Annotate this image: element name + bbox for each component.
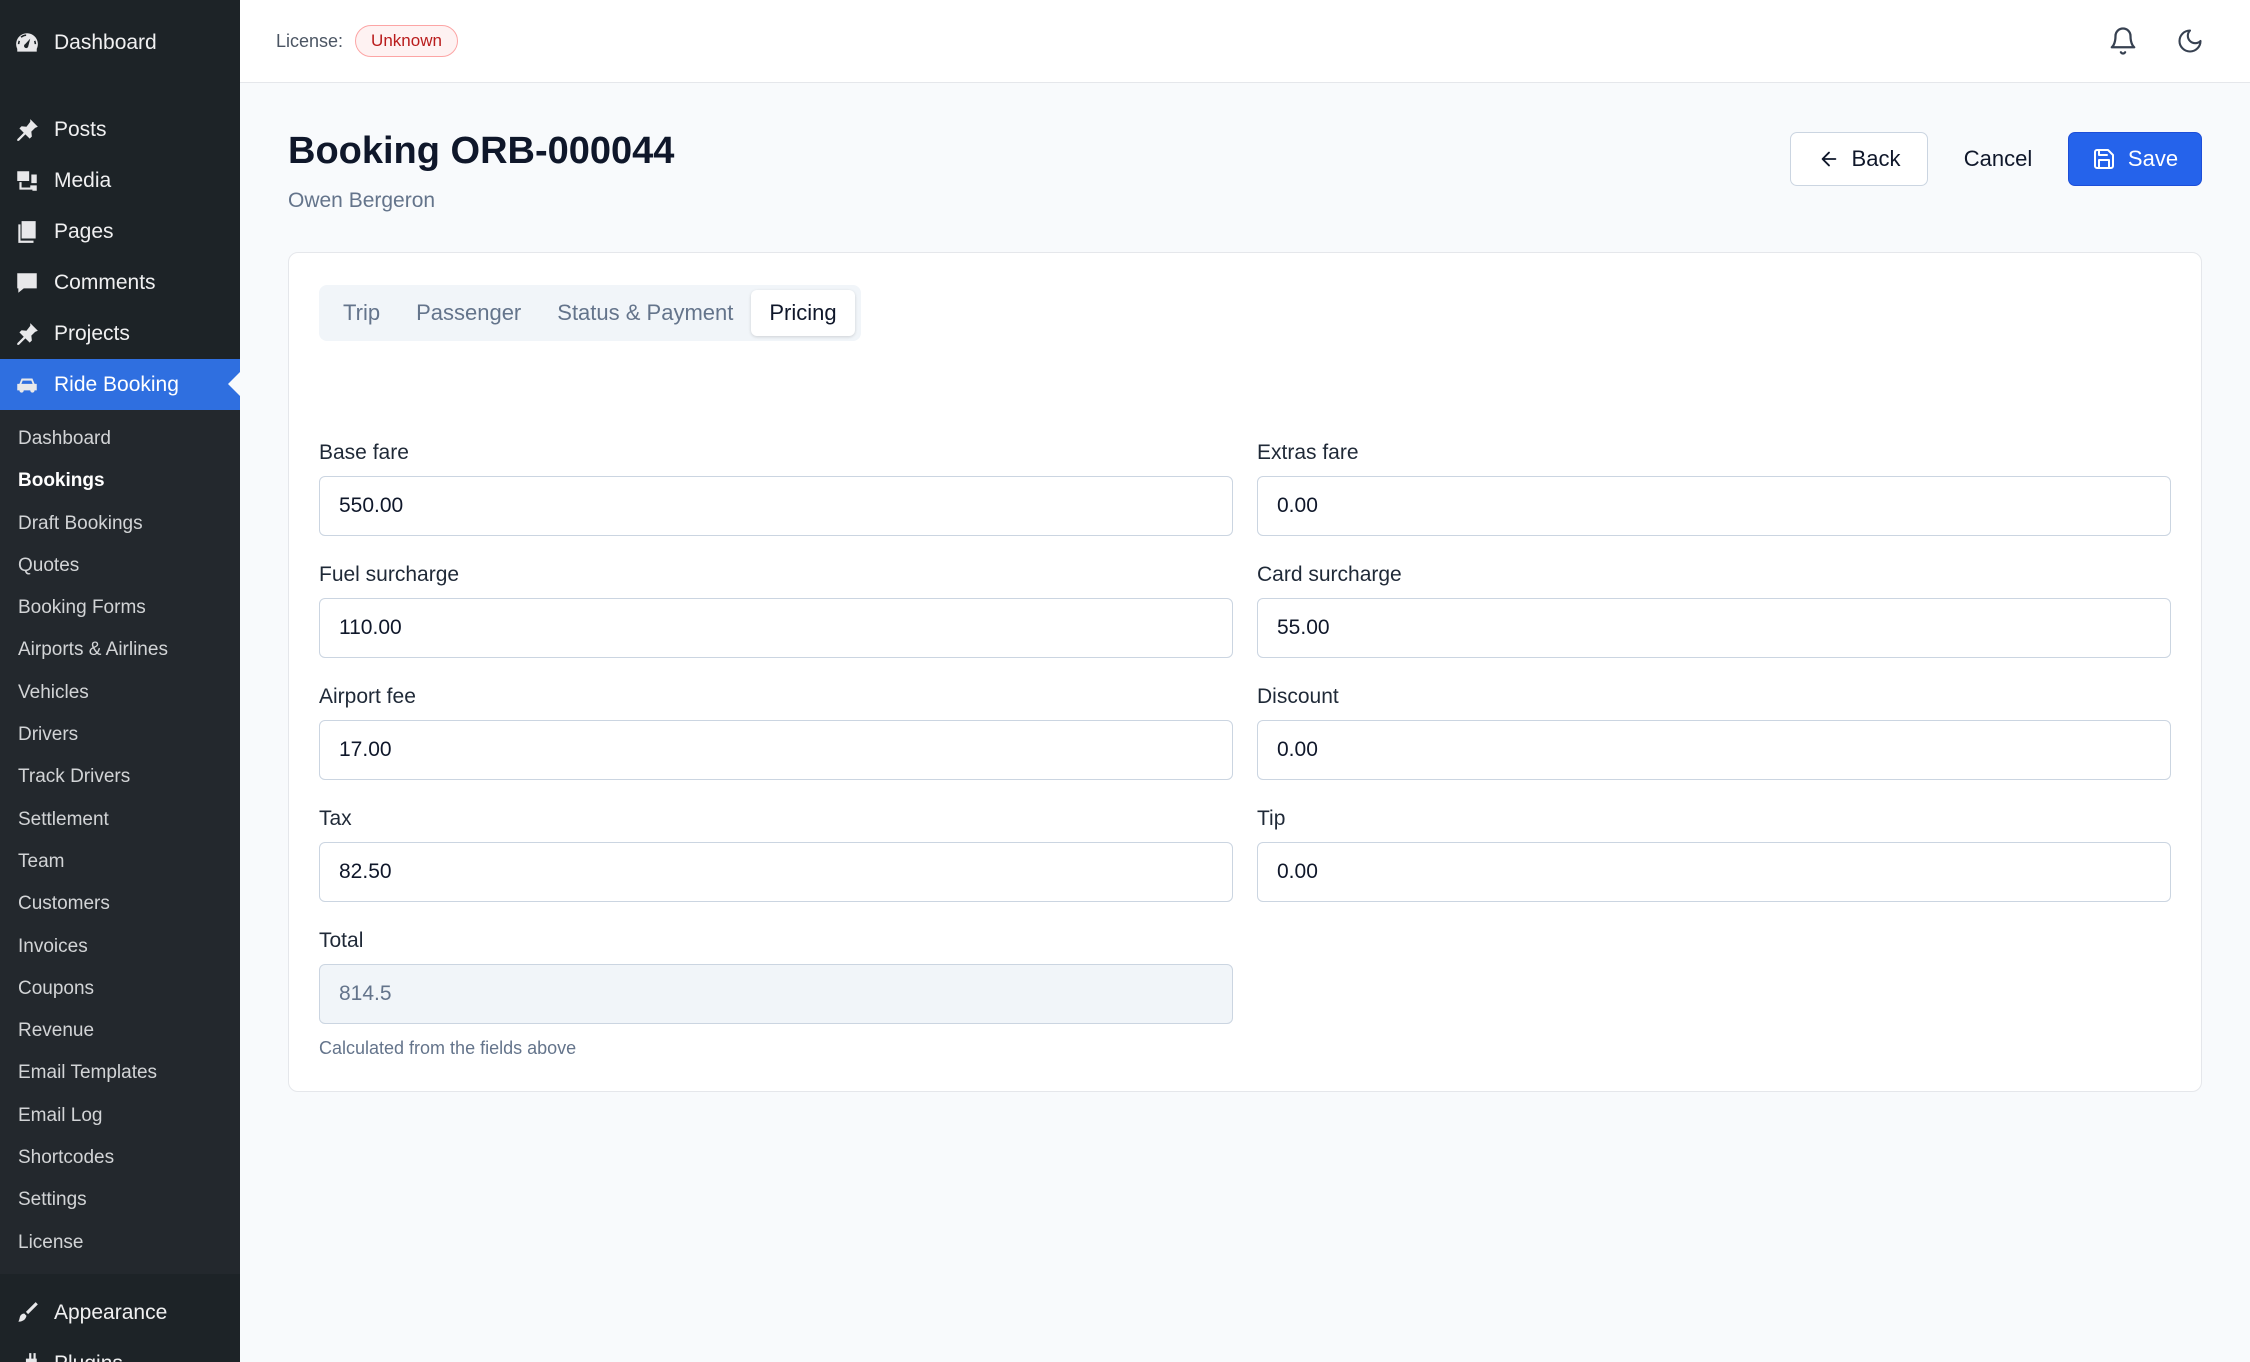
save-button[interactable]: Save bbox=[2068, 132, 2202, 186]
sidebar-item-label: Pages bbox=[54, 219, 114, 243]
media-icon bbox=[14, 168, 40, 194]
submenu-item-quotes[interactable]: Quotes bbox=[0, 545, 240, 587]
submenu-item-booking-forms[interactable]: Booking Forms bbox=[0, 587, 240, 629]
card-surcharge-label: Card surcharge bbox=[1257, 563, 1402, 586]
tax-field: Tax bbox=[319, 807, 1233, 902]
page-title: Booking ORB-000044 bbox=[288, 130, 675, 172]
fuel-surcharge-label: Fuel surcharge bbox=[319, 563, 460, 586]
sidebar-item-media[interactable]: Media bbox=[0, 155, 240, 206]
sidebar-item-label: Media bbox=[54, 168, 112, 192]
submenu-item-customers[interactable]: Customers bbox=[0, 883, 240, 925]
save-icon bbox=[2093, 149, 2114, 169]
total-hint: Calculated from the fields above bbox=[319, 1038, 577, 1058]
airport-fee-input[interactable] bbox=[319, 720, 1233, 780]
extras-fare-field: Extras fare bbox=[1257, 441, 2171, 536]
plugin-icon bbox=[14, 1351, 40, 1362]
cancel-button[interactable]: Cancel bbox=[1946, 132, 2050, 186]
tab-status-payment[interactable]: Status & Payment bbox=[539, 290, 751, 336]
submenu-item-revenue[interactable]: Revenue bbox=[0, 1010, 240, 1052]
sidebar-item-label: Posts bbox=[54, 117, 107, 141]
booking-tabs: Trip Passenger Status & Payment Pricing bbox=[319, 285, 861, 341]
bell-icon[interactable] bbox=[2107, 25, 2139, 57]
license-status-badge: Unknown bbox=[355, 25, 458, 57]
dashboard-icon bbox=[14, 30, 40, 56]
submenu-item-bookings[interactable]: Bookings bbox=[0, 460, 240, 502]
fuel-surcharge-input[interactable] bbox=[319, 598, 1233, 658]
back-button[interactable]: Back bbox=[1790, 132, 1928, 186]
base-fare-input[interactable] bbox=[319, 476, 1233, 536]
sidebar-item-label: Appearance bbox=[54, 1301, 168, 1325]
car-icon bbox=[14, 372, 40, 398]
airport-fee-field: Airport fee bbox=[319, 685, 1233, 780]
base-fare-label: Base fare bbox=[319, 441, 409, 464]
submenu-item-vehicles[interactable]: Vehicles bbox=[0, 672, 240, 714]
booking-edit-card: Trip Passenger Status & Payment Pricing … bbox=[288, 252, 2202, 1092]
pin-icon bbox=[14, 321, 40, 347]
tab-pricing[interactable]: Pricing bbox=[751, 290, 855, 336]
license-label: License: bbox=[276, 30, 344, 51]
cancel-button-label: Cancel bbox=[1963, 146, 2033, 171]
submenu-item-license[interactable]: License bbox=[0, 1222, 240, 1264]
pin-icon bbox=[14, 117, 40, 143]
total-field: Total bbox=[319, 929, 1233, 1024]
card-surcharge-input[interactable] bbox=[1257, 598, 2171, 658]
extras-fare-label: Extras fare bbox=[1257, 441, 1359, 464]
submenu-item-airports-airlines[interactable]: Airports & Airlines bbox=[0, 629, 240, 671]
admin-sidebar: Dashboard Posts Media Pages Comments Pro… bbox=[0, 0, 240, 1362]
sidebar-item-label: Ride Booking bbox=[54, 372, 179, 396]
brush-icon bbox=[14, 1300, 40, 1326]
pages-icon bbox=[14, 219, 40, 245]
submenu-item-track-drivers[interactable]: Track Drivers bbox=[0, 756, 240, 798]
back-button-label: Back bbox=[1851, 146, 1901, 171]
discount-input[interactable] bbox=[1257, 720, 2171, 780]
total-input bbox=[319, 964, 1233, 1024]
submenu-item-drivers[interactable]: Drivers bbox=[0, 714, 240, 756]
sidebar-item-label: Comments bbox=[54, 270, 156, 294]
tip-input[interactable] bbox=[1257, 842, 2171, 902]
tab-passenger[interactable]: Passenger bbox=[398, 290, 539, 336]
sidebar-item-plugins[interactable]: Plugins bbox=[0, 1339, 240, 1362]
arrow-left-icon bbox=[1821, 151, 1836, 167]
airport-fee-label: Airport fee bbox=[319, 685, 416, 708]
ride-booking-submenu: Dashboard Bookings Draft Bookings Quotes… bbox=[0, 410, 240, 1274]
sidebar-item-comments[interactable]: Comments bbox=[0, 257, 240, 308]
moon-icon[interactable] bbox=[2174, 25, 2206, 57]
tax-input[interactable] bbox=[319, 842, 1233, 902]
submenu-item-invoices[interactable]: Invoices bbox=[0, 926, 240, 968]
submenu-item-email-templates[interactable]: Email Templates bbox=[0, 1052, 240, 1094]
sidebar-item-pages[interactable]: Pages bbox=[0, 206, 240, 257]
tab-trip[interactable]: Trip bbox=[325, 290, 398, 336]
submenu-item-email-log[interactable]: Email Log bbox=[0, 1095, 240, 1137]
save-button-label: Save bbox=[2127, 146, 2179, 171]
tip-label: Tip bbox=[1257, 807, 1286, 830]
submenu-item-shortcodes[interactable]: Shortcodes bbox=[0, 1137, 240, 1179]
discount-field: Discount bbox=[1257, 685, 2171, 780]
base-fare-field: Base fare bbox=[319, 441, 1233, 536]
comment-icon bbox=[14, 270, 40, 296]
sidebar-item-dashboard[interactable]: Dashboard bbox=[0, 0, 240, 86]
submenu-item-settlement[interactable]: Settlement bbox=[0, 799, 240, 841]
sidebar-item-appearance[interactable]: Appearance bbox=[0, 1288, 240, 1339]
fuel-surcharge-field: Fuel surcharge bbox=[319, 563, 1233, 658]
submenu-item-settings[interactable]: Settings bbox=[0, 1179, 240, 1221]
submenu-item-dashboard[interactable]: Dashboard bbox=[0, 418, 240, 460]
submenu-item-team[interactable]: Team bbox=[0, 841, 240, 883]
sidebar-item-label: Dashboard bbox=[54, 31, 157, 54]
discount-label: Discount bbox=[1257, 685, 1339, 708]
sidebar-item-projects[interactable]: Projects bbox=[0, 308, 240, 359]
tax-label: Tax bbox=[319, 807, 352, 830]
sidebar-item-label: Plugins bbox=[54, 1352, 123, 1362]
submenu-item-draft-bookings[interactable]: Draft Bookings bbox=[0, 503, 240, 545]
top-bar: License: Unknown bbox=[240, 0, 2250, 83]
sidebar-item-posts[interactable]: Posts bbox=[0, 104, 240, 155]
submenu-item-coupons[interactable]: Coupons bbox=[0, 968, 240, 1010]
tip-field: Tip bbox=[1257, 807, 2171, 902]
card-surcharge-field: Card surcharge bbox=[1257, 563, 2171, 658]
sidebar-item-label: Projects bbox=[54, 321, 130, 345]
extras-fare-input[interactable] bbox=[1257, 476, 2171, 536]
sidebar-item-ride-booking[interactable]: Ride Booking bbox=[0, 359, 240, 410]
total-label: Total bbox=[319, 929, 364, 952]
customer-name: Owen Bergeron bbox=[288, 189, 436, 212]
